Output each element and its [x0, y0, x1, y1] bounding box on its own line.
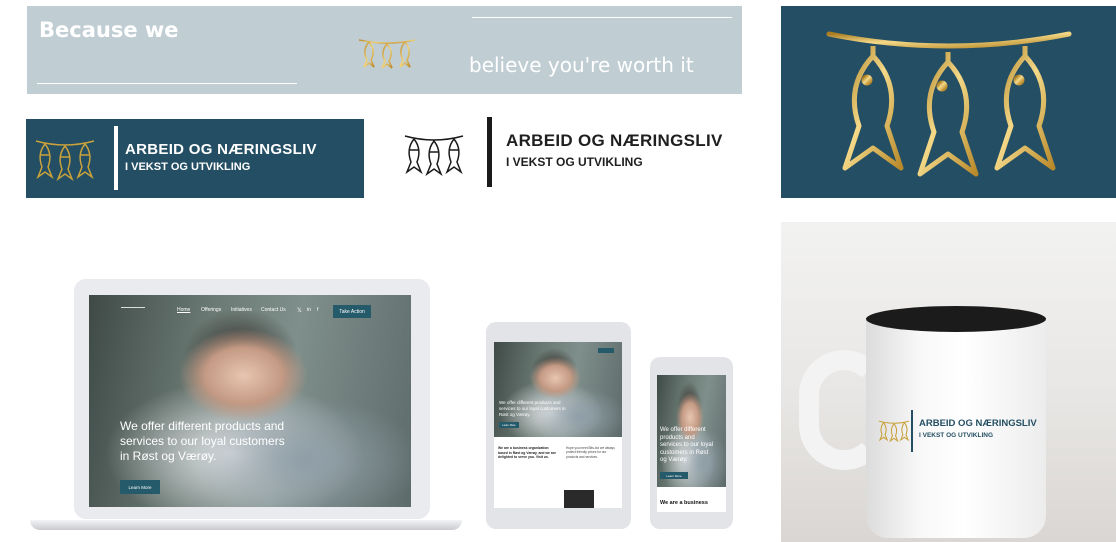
content-image — [564, 490, 594, 508]
learn-more-button[interactable]: Learn More — [660, 472, 688, 479]
laptop-mockup: Home Offerings Initiatives Contact Us 𝕏 … — [30, 279, 462, 531]
about-text-left: We are a business organization based in … — [498, 446, 556, 459]
nav-item-home[interactable]: Home — [177, 307, 190, 313]
hero-photo — [89, 295, 411, 507]
logo-light-version: ARBEID OG NÆRINGSLIV I VEKST OG UTVIKLIN… — [400, 117, 750, 189]
phone-screen: We offer different products and services… — [657, 375, 726, 512]
banner-left-text: Because we — [39, 18, 179, 42]
banner-divider-left — [37, 83, 297, 84]
logo-subtitle: I VEKST OG UTVIKLING — [919, 432, 994, 439]
logo-dark-version: ARBEID OG NÆRINGSLIV I VEKST OG UTVIKLIN… — [26, 119, 364, 198]
brand-icon-tile — [781, 6, 1116, 198]
take-action-button[interactable] — [598, 348, 614, 353]
hanging-fish-icon — [358, 39, 416, 69]
banner-divider-right — [472, 17, 732, 18]
logo-title: ARBEID OG NÆRINGSLIV — [125, 141, 317, 158]
linkedin-icon[interactable]: in — [307, 307, 311, 313]
x-icon[interactable]: 𝕏 — [297, 307, 302, 314]
phone-mockup: We offer different products and services… — [650, 357, 733, 529]
nav-logo[interactable] — [121, 307, 145, 313]
logo-subtitle: I VEKST OG UTVIKLING — [125, 161, 251, 173]
hanging-fish-icon — [404, 135, 464, 176]
learn-more-button[interactable]: Learn More — [499, 422, 519, 428]
hanging-fish-icon — [35, 140, 95, 181]
facebook-icon[interactable]: f — [317, 307, 318, 313]
nav-item-contact[interactable]: Contact Us — [261, 307, 286, 313]
about-text-right: Hope you meet Bits-bol we always protect… — [566, 446, 615, 459]
logo-title: ARBEID OG NÆRINGSLIV — [919, 418, 1037, 429]
phone-hero: We offer different products and services… — [657, 375, 726, 487]
hanging-fish-icon — [826, 31, 1072, 177]
nav-item-offerings[interactable]: Offerings — [201, 307, 221, 313]
logo-divider — [487, 117, 492, 187]
logo-divider — [911, 410, 913, 452]
hero-heading: We offer different products and services… — [499, 400, 566, 417]
hero-heading: We offer different products and services… — [660, 427, 714, 463]
site-nav: Home Offerings Initiatives Contact Us 𝕏 … — [89, 295, 411, 321]
nav-item-initiatives[interactable]: Initiatives — [231, 307, 252, 313]
hanging-fish-icon — [878, 420, 910, 442]
learn-more-button[interactable]: Learn More — [120, 480, 160, 494]
about-heading: We are a business — [660, 500, 708, 506]
logo-title: ARBEID OG NÆRINGSLIV — [506, 131, 723, 150]
mug-rim — [866, 306, 1046, 332]
logo-divider — [114, 126, 118, 190]
tablet-mockup: We offer different products and services… — [486, 322, 631, 529]
logo-subtitle: I VEKST OG UTVIKLING — [506, 155, 643, 169]
laptop-base — [30, 520, 462, 530]
tablet-screen: We offer different products and services… — [494, 342, 622, 508]
tablet-hero: We offer different products and services… — [494, 342, 622, 437]
take-action-button[interactable]: Take Action — [333, 305, 371, 318]
laptop-screen: Home Offerings Initiatives Contact Us 𝕏 … — [89, 295, 411, 507]
mug-mockup: ARBEID OG NÆRINGSLIV I VEKST OG UTVIKLIN… — [781, 222, 1116, 542]
banner-right-text: believe you're worth it — [469, 53, 694, 77]
brand-banner: Because we believe you're worth it — [27, 6, 742, 94]
hero-heading: We offer different products and services… — [120, 419, 285, 463]
